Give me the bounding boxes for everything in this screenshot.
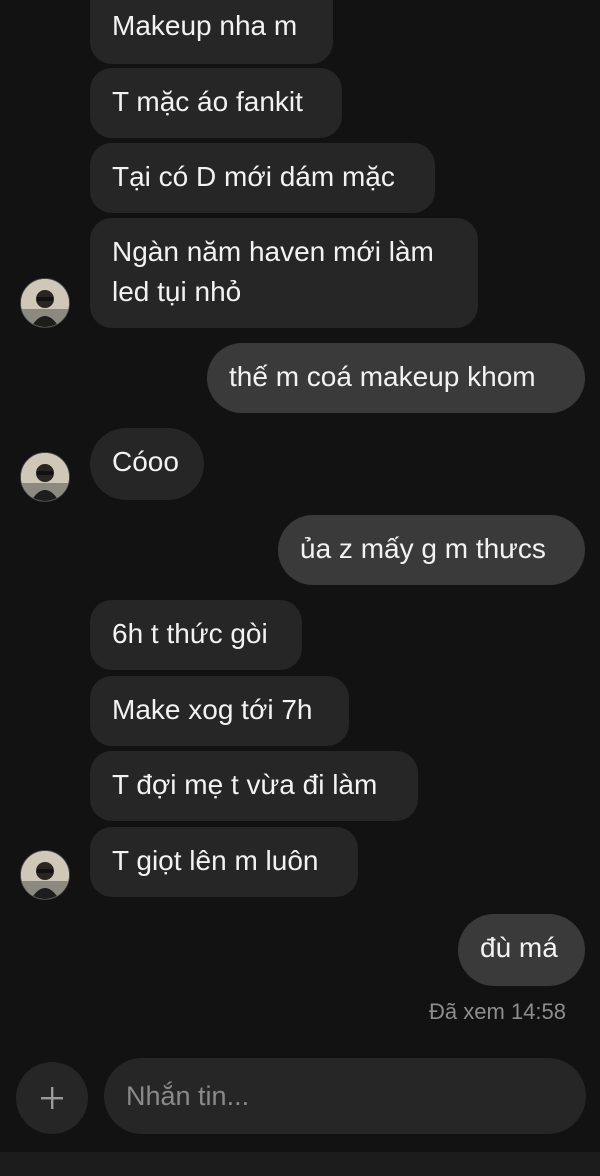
- contact-avatar[interactable]: [20, 278, 70, 328]
- message-bubble-incoming[interactable]: 6h t thức gòi: [90, 600, 302, 670]
- seen-status: Đã xem 14:58: [429, 999, 566, 1024]
- avatar-image: [21, 453, 69, 501]
- message-bubble-incoming[interactable]: Tại có D mới dám mặc: [90, 143, 435, 213]
- message-input[interactable]: Nhắn tin...: [104, 1058, 586, 1134]
- message-bubble-incoming[interactable]: Ngàn năm haven mới làm led tụi nhỏ: [90, 218, 478, 328]
- contact-avatar[interactable]: [20, 850, 70, 900]
- message-bubble-outgoing[interactable]: đù má: [458, 914, 585, 986]
- message-bubble-incoming[interactable]: Make xog tới 7h: [90, 676, 349, 746]
- plus-icon: [41, 1087, 63, 1109]
- avatar-image: [21, 851, 69, 899]
- message-bubble-incoming[interactable]: Cóoo: [90, 428, 204, 500]
- avatar-image: [21, 279, 69, 327]
- add-attachment-button[interactable]: [16, 1062, 88, 1134]
- message-bubble-incoming[interactable]: T đợi mẹ t vừa đi làm: [90, 751, 418, 821]
- contact-avatar[interactable]: [20, 452, 70, 502]
- message-bubble-outgoing[interactable]: ủa z mấy g m thưcs: [278, 515, 585, 585]
- message-bubble-incoming[interactable]: T mặc áo fankit: [90, 68, 342, 138]
- bottom-bar: [0, 1152, 600, 1176]
- message-bubble-incoming[interactable]: Makeup nha m: [90, 0, 333, 64]
- message-bubble-outgoing[interactable]: thế m coá makeup khom: [207, 343, 585, 413]
- message-bubble-incoming[interactable]: T giọt lên m luôn: [90, 827, 358, 897]
